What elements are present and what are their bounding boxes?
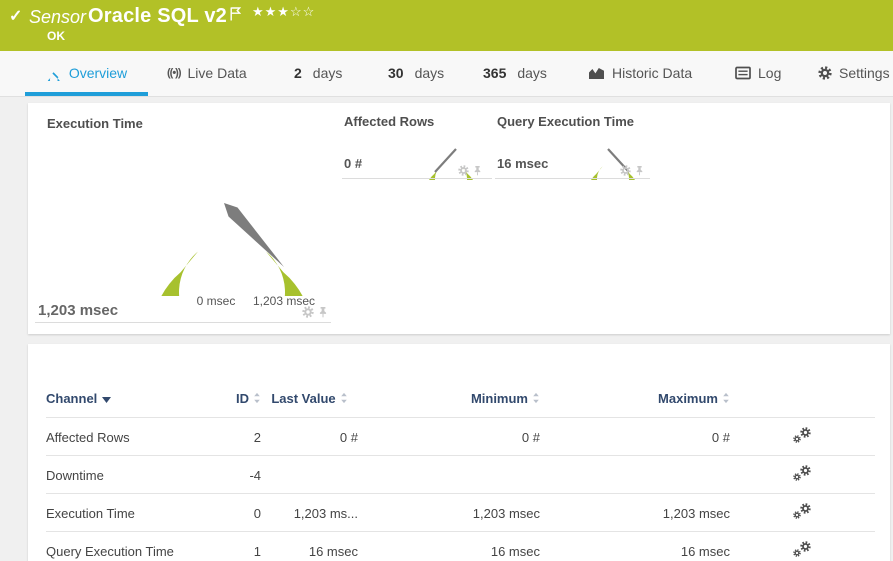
priority-stars[interactable]: ★★★☆☆	[252, 4, 315, 20]
table-row: Downtime -4	[46, 455, 875, 494]
channel-maximum	[540, 455, 730, 494]
channel-maximum: 0 #	[540, 417, 730, 456]
channel-minimum	[358, 455, 540, 494]
channel-maximum: 1,203 msec	[540, 493, 730, 532]
main-gauge-title: Execution Time	[47, 116, 143, 131]
tab-365-days-unit: days	[517, 64, 547, 81]
column-header-minimum[interactable]: Minimum	[358, 344, 540, 418]
main-gauge-value: 1,203 msec	[38, 302, 119, 319]
column-header-actions	[730, 344, 875, 418]
sort-icon	[253, 392, 261, 404]
column-header-last-value-label: Last Value	[271, 391, 336, 406]
column-header-channel[interactable]: Channel	[46, 344, 231, 418]
query-time-gauge-value: 16 msec	[497, 156, 549, 171]
stars-empty[interactable]: ☆☆	[290, 4, 315, 19]
channel-table-panel: Channel ID Last Value Minimum Maximum Af…	[28, 344, 890, 561]
gauges-panel: Execution Time 0 msec 1,203 msec 1,203 m…	[28, 103, 890, 334]
channel-last-value: 16 msec	[261, 531, 358, 561]
tab-log[interactable]: Log	[735, 51, 781, 96]
channel-settings-gears-icon[interactable]	[793, 541, 812, 558]
table-row: Execution Time 0 1,203 ms... 1,203 msec …	[46, 493, 875, 532]
channel-settings-gears-icon[interactable]	[793, 465, 812, 482]
tab-overview[interactable]: Overview	[25, 51, 148, 96]
tab-bar: Overview ((•)) Live Data 2 days 30 days …	[0, 51, 893, 97]
tab-live-data[interactable]: ((•)) Live Data	[167, 51, 247, 96]
settings-gear-icon	[818, 66, 832, 80]
gauge-settings-gear-icon[interactable]	[620, 165, 631, 176]
channel-maximum: 16 msec	[540, 531, 730, 561]
gauge-settings-gear-icon[interactable]	[458, 165, 469, 176]
channel-minimum: 0 #	[358, 417, 540, 456]
channel-name: Downtime	[46, 455, 231, 494]
tab-30-days-number: 30	[388, 64, 404, 81]
channel-id: -4	[231, 455, 261, 494]
channel-id: 0	[231, 493, 261, 532]
column-header-maximum[interactable]: Maximum	[540, 344, 730, 418]
channel-last-value	[261, 455, 358, 494]
channel-minimum: 16 msec	[358, 531, 540, 561]
table-row: Affected Rows 2 0 # 0 # 0 #	[46, 417, 875, 456]
historic-chart-icon	[588, 66, 605, 80]
tab-settings[interactable]: Settings	[818, 51, 890, 96]
execution-time-gauge	[161, 203, 303, 296]
gauge-settings-gear-icon[interactable]	[302, 306, 314, 318]
affected-rows-gauge-title: Affected Rows	[344, 114, 435, 129]
column-header-id-label: ID	[236, 391, 249, 406]
gauge-pin-icon[interactable]	[318, 306, 328, 318]
sort-icon	[340, 392, 348, 404]
sensor-status-badge: OK	[47, 29, 65, 43]
column-header-id[interactable]: ID	[231, 344, 261, 418]
status-ok-check-icon: ✓	[9, 8, 23, 25]
sensor-kind-label: Sensor	[29, 7, 87, 27]
tab-30-days[interactable]: 30 days	[388, 51, 444, 96]
tab-30-days-unit: days	[414, 64, 445, 81]
column-header-minimum-label: Minimum	[470, 391, 528, 406]
column-header-channel-label: Channel	[46, 391, 98, 406]
tab-2-days-unit: days	[312, 64, 343, 81]
stars-filled[interactable]: ★★★	[252, 4, 290, 19]
gauge-pin-icon[interactable]	[473, 165, 482, 176]
sort-caret-down-icon	[102, 397, 111, 403]
sensor-header: ✓ Sensor Oracle SQL v2 ★★★☆☆ OK	[0, 0, 893, 51]
tab-2-days[interactable]: 2 days	[294, 51, 342, 96]
tab-live-data-label: Live Data	[187, 64, 247, 81]
gauge-tab-icon	[46, 65, 62, 81]
column-header-last-value[interactable]: Last Value	[261, 344, 358, 418]
tab-overview-label: Overview	[68, 64, 128, 81]
divider	[35, 322, 331, 323]
tab-2-days-number: 2	[294, 64, 302, 81]
divider	[495, 178, 650, 179]
gauge-needle	[434, 148, 457, 173]
channel-name: Affected Rows	[46, 417, 231, 456]
channel-table: Channel ID Last Value Minimum Maximum Af…	[46, 344, 875, 561]
channel-id: 1	[231, 531, 261, 561]
gauge-needle	[224, 203, 284, 267]
channel-settings-gears-icon[interactable]	[793, 427, 812, 444]
channel-id: 2	[231, 417, 261, 456]
channel-name: Query Execution Time	[46, 531, 231, 561]
channel-name: Execution Time	[46, 493, 231, 532]
tab-settings-label: Settings	[839, 64, 890, 81]
affected-rows-gauge-value: 0 #	[344, 156, 363, 171]
tab-historic-data[interactable]: Historic Data	[588, 51, 692, 96]
sort-icon	[532, 392, 540, 404]
tab-historic-data-label: Historic Data	[612, 64, 693, 81]
tab-log-label: Log	[758, 64, 782, 81]
live-data-icon: ((•))	[167, 66, 181, 79]
table-row: Query Execution Time 1 16 msec 16 msec 1…	[46, 531, 875, 561]
column-header-maximum-label: Maximum	[658, 391, 718, 406]
channel-last-value: 0 #	[261, 417, 358, 456]
main-gauge-min-label: 0 msec	[196, 294, 236, 308]
channel-last-value: 1,203 ms...	[261, 493, 358, 532]
log-icon	[735, 66, 751, 80]
divider	[342, 178, 492, 179]
gauge-pin-icon[interactable]	[635, 165, 644, 176]
sensor-title: Oracle SQL v2	[88, 5, 227, 27]
channel-minimum: 1,203 msec	[358, 493, 540, 532]
channel-settings-gears-icon[interactable]	[793, 503, 812, 520]
tab-365-days-number: 365	[483, 64, 507, 81]
tab-365-days[interactable]: 365 days	[483, 51, 547, 96]
priority-flag-icon[interactable]	[230, 7, 241, 26]
sort-icon	[722, 392, 730, 404]
